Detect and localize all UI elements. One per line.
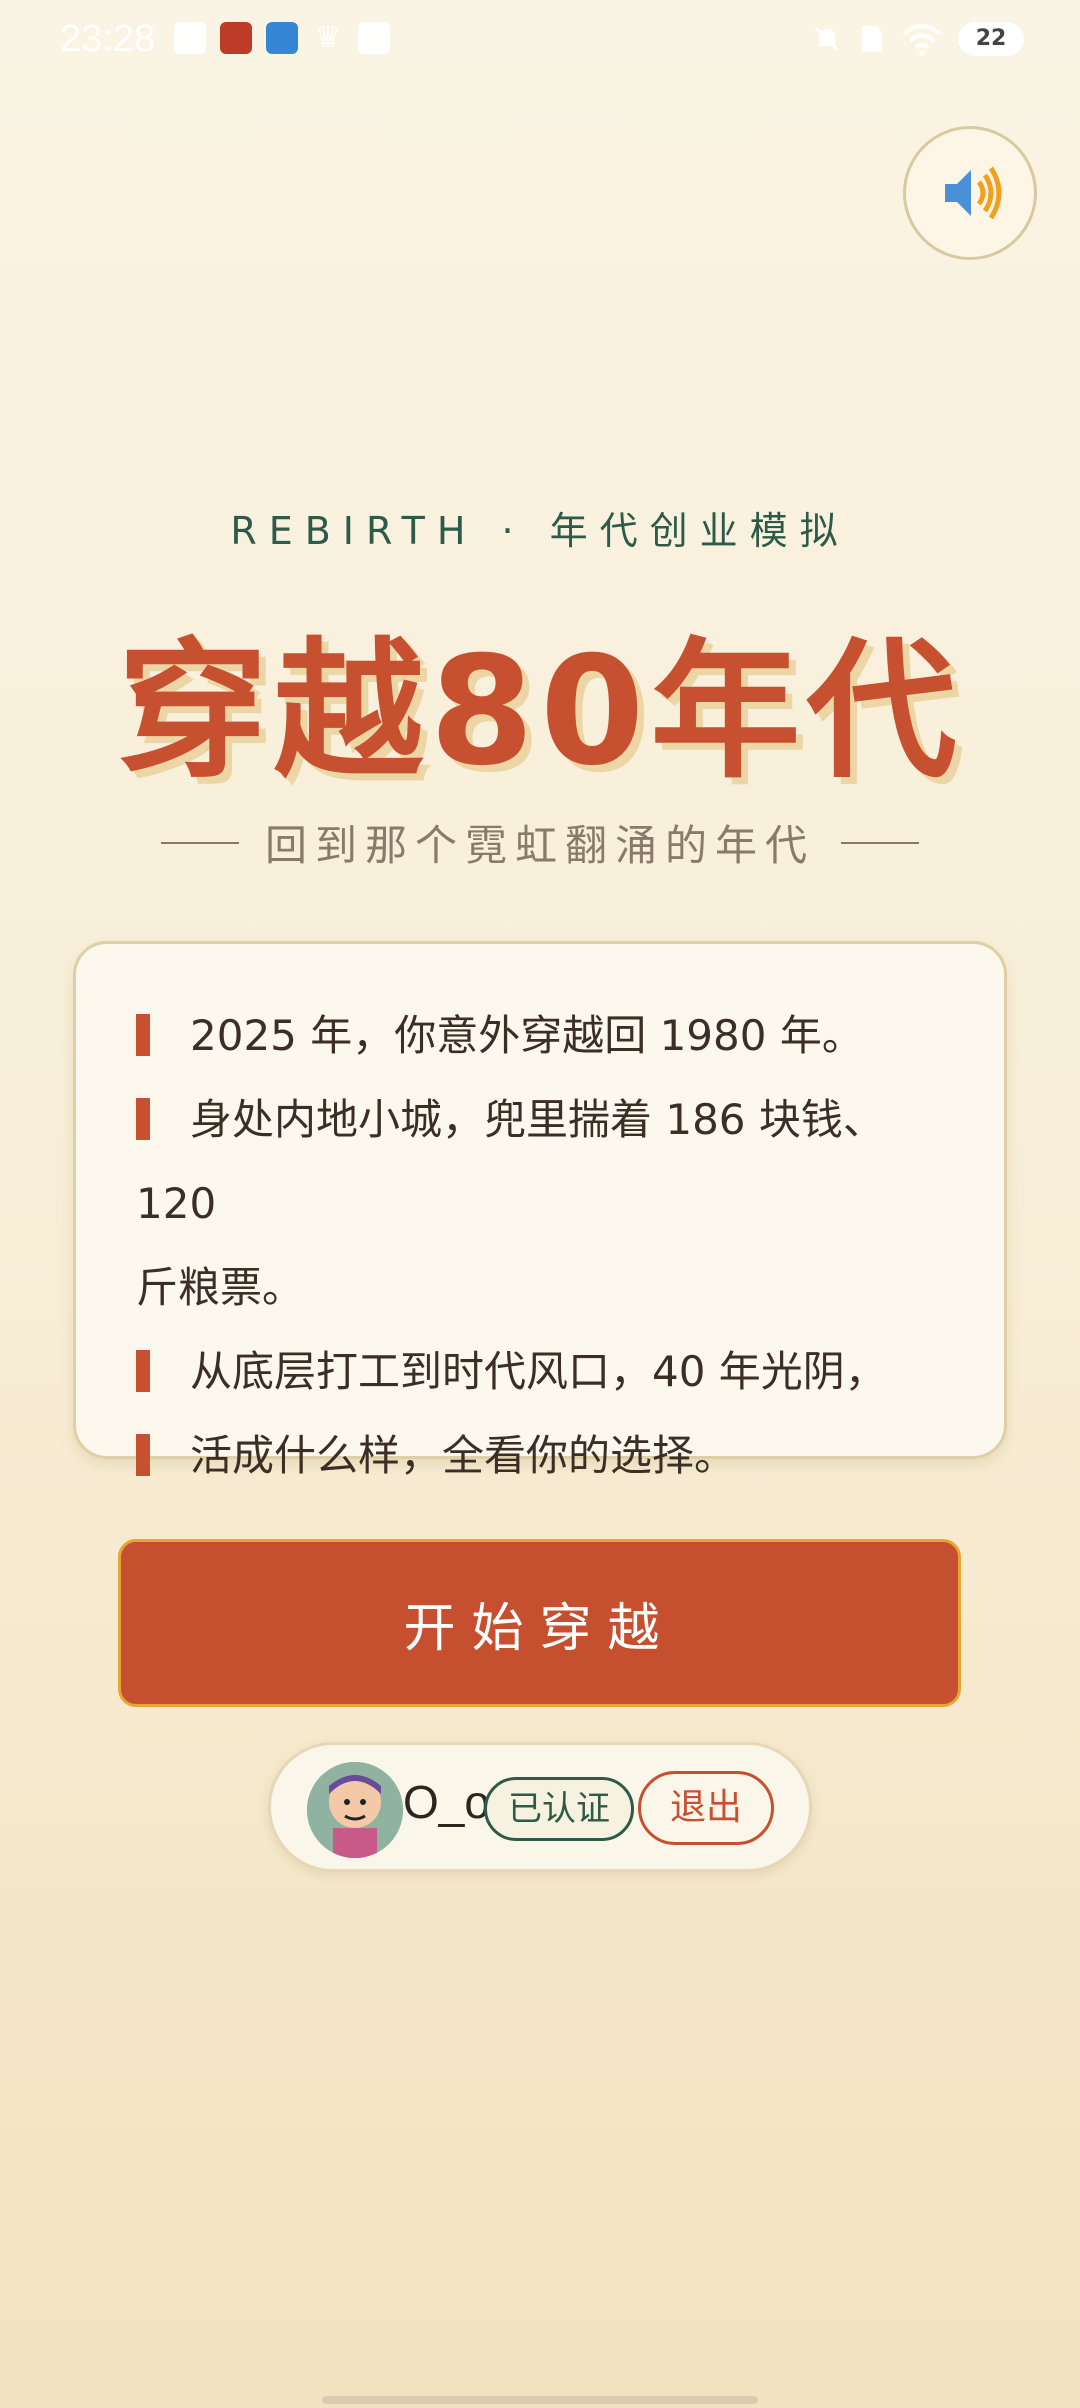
tagline: 回到那个霓虹翻涌的年代 (0, 812, 1080, 873)
game-icon (220, 22, 252, 54)
intro-line-text: 2025 年，你意外穿越回 1980 年。 (190, 1011, 864, 1060)
user-info-pill: O_o 已认证 退出 (268, 1742, 812, 1872)
silent-icon (814, 26, 840, 52)
bullet-bar (136, 1350, 150, 1392)
overline-text: REBIRTH · 年代创业模拟 (230, 509, 850, 553)
verified-badge: 已认证 (484, 1777, 634, 1841)
status-time: 23:28 (60, 18, 156, 60)
video-app-icon (266, 22, 298, 54)
start-button[interactable]: 开始穿越 (118, 1539, 961, 1707)
speaker-icon (945, 166, 1002, 220)
avatar[interactable] (307, 1762, 403, 1858)
bullet-bar (136, 1434, 150, 1476)
status-left-icons: ♛ (174, 22, 390, 54)
intro-line: 活成什么样，全看你的选择。 (136, 1414, 944, 1498)
status-bar: 23:28 ♛ 22 (0, 0, 1080, 80)
intro-line: 从底层打工到时代风口，40 年光阴， (136, 1330, 944, 1414)
home-indicator[interactable] (322, 2396, 758, 2404)
wifi-icon (902, 24, 942, 56)
username: O_o (403, 1776, 490, 1828)
intro-line: 2025 年，你意外穿越回 1980 年。 (136, 994, 944, 1078)
bullet-bar (136, 1098, 150, 1140)
bullet-bar (136, 1014, 150, 1056)
intro-line-text: 斤粮票。 (136, 1263, 305, 1312)
intro-line-text: 从底层打工到时代风口，40 年光阴， (190, 1347, 887, 1396)
tagline-left-rule (160, 841, 239, 844)
logout-button[interactable]: 退出 (638, 1771, 774, 1845)
message-icon (174, 22, 206, 54)
sound-toggle-button[interactable] (903, 126, 1037, 260)
page-title: 穿越80年代 (117, 625, 963, 799)
tagline-text: 回到那个霓虹翻涌的年代 (264, 821, 815, 870)
battery-icon: 22 (958, 22, 1024, 56)
notes-icon (358, 22, 390, 54)
crown-icon: ♛ (314, 20, 342, 55)
sim-icon (862, 26, 882, 52)
tagline-right-rule (841, 841, 919, 844)
intro-line-continued: 斤粮票。 (136, 1246, 944, 1330)
status-right-icons: 22 (810, 22, 1024, 56)
intro-line-text: 活成什么样，全看你的选择。 (190, 1431, 737, 1480)
intro-card: 2025 年，你意外穿越回 1980 年。 身处内地小城，兜里揣着 186 块钱… (73, 941, 1007, 1480)
intro-line-text: 身处内地小城，兜里揣着 186 块钱、120 (136, 1095, 885, 1228)
avatar-image (307, 1762, 403, 1858)
intro-line: 身处内地小城，兜里揣着 186 块钱、120 (136, 1078, 944, 1246)
